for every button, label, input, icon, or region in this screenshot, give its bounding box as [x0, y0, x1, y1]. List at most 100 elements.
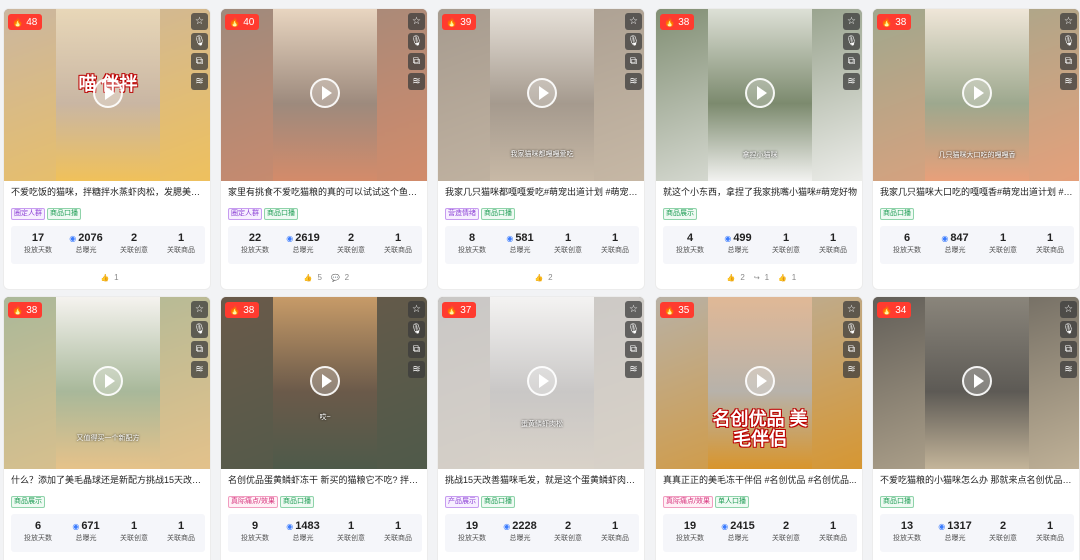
stat-value: ◉ 2228 — [496, 520, 544, 533]
audio-wave-icon[interactable]: ≋ — [843, 73, 860, 90]
video-card[interactable]: 又值得买一个新配方 🔥 38 ☆ 🎙 ⧉ ≋ 什么？添加了美毛晶球还是新配方挑战15天改善..… — [3, 296, 211, 560]
star-icon[interactable]: ☆ — [1060, 13, 1077, 30]
stat-value: ◉ 581 — [496, 232, 544, 245]
tag-list: 圈定人群 商品口播 — [11, 202, 83, 220]
stat-creatives: 1 关联创意 — [979, 232, 1027, 256]
video-thumbnail[interactable]: 拿捏小猫咪 🔥 38 ☆ 🎙 ⧉ ≋ — [656, 9, 862, 181]
star-icon[interactable]: ☆ — [191, 301, 208, 318]
video-card[interactable]: 🔥 34 ☆ 🎙 ⧉ ≋ 不爱吃猫粮的小猫咪怎么办 那就来点名创优品冻... 商品口播 13 投放… — [872, 296, 1080, 560]
play-icon[interactable] — [962, 78, 992, 108]
video-title[interactable]: 不爱吃猫粮的小猫咪怎么办 那就来点名创优品冻... — [880, 474, 1074, 486]
video-title[interactable]: 名创优品蛋黄鳞虾冻干 新买的猫粮它不吃? 拌一... — [228, 474, 422, 486]
mic-icon[interactable]: 🎙 — [625, 33, 642, 50]
video-title[interactable]: 就这个小东西，拿捏了我家挑嘴小猫咪#萌宠好物 — [663, 186, 857, 198]
video-card[interactable]: 我家猫咪都嘎嘎爱吃 🔥 39 ☆ 🎙 ⧉ ≋ 我家几只猫咪都嘎嘎爱吃#萌宠出道计划 #萌宠好.… — [437, 8, 645, 290]
mic-icon[interactable]: 🎙 — [843, 33, 860, 50]
video-card[interactable]: 名创优品 美毛伴侣 🔥 35 ☆ 🎙 ⧉ ≋ 真真正正的美毛冻干伴侣 #名创优品 #名创优品.… — [655, 296, 863, 560]
play-icon[interactable] — [745, 78, 775, 108]
video-thumbnail[interactable]: 几只猫咪大口吃的嘎嘎香 🔥 38 ☆ 🎙 ⧉ ≋ — [873, 9, 1079, 181]
stat-label: 总曝光 — [292, 247, 314, 254]
stat-value: 2 — [110, 232, 158, 245]
video-title[interactable]: 家里有挑食不爱吃猫粮的真的可以试试这个鱼油... — [228, 186, 422, 198]
audio-wave-icon[interactable]: ≋ — [191, 361, 208, 378]
flame-icon: 🔥 — [12, 17, 24, 27]
stat-creatives: 2 关联创意 — [544, 520, 592, 544]
screen-icon[interactable]: ⧉ — [408, 53, 425, 70]
audio-wave-icon[interactable]: ≋ — [408, 361, 425, 378]
play-icon[interactable] — [962, 366, 992, 396]
play-icon[interactable] — [93, 366, 123, 396]
video-thumbnail[interactable]: 🔥 40 ☆ 🎙 ⧉ ≋ — [221, 9, 427, 181]
video-thumbnail[interactable]: 又值得买一个新配方 🔥 38 ☆ 🎙 ⧉ ≋ — [4, 297, 210, 469]
flame-icon: 🔥 — [12, 305, 24, 315]
video-thumbnail[interactable]: 名创优品 美毛伴侣 🔥 35 ☆ 🎙 ⧉ ≋ — [656, 297, 862, 469]
video-thumbnail[interactable]: 哎~ 🔥 38 ☆ 🎙 ⧉ ≋ — [221, 297, 427, 469]
play-icon[interactable] — [745, 366, 775, 396]
stat-products: 1 关联商品 — [157, 232, 205, 256]
eye-icon: ◉ — [286, 234, 294, 243]
video-title[interactable]: 真真正正的美毛冻干伴侣 #名创优品 #名创优品... — [663, 474, 857, 486]
video-thumbnail[interactable]: 喵 伴拌 🔥 48 ☆ 🎙 ⧉ ≋ — [4, 9, 210, 181]
star-icon[interactable]: ☆ — [625, 13, 642, 30]
screen-icon[interactable]: ⧉ — [191, 53, 208, 70]
video-caption: 我家猫咪都嘎嘎爱吃 — [510, 151, 574, 158]
video-card[interactable]: 拿捏小猫咪 🔥 38 ☆ 🎙 ⧉ ≋ 就这个小东西，拿捏了我家挑嘴小猫咪#萌宠好物 商品展示 4 投… — [655, 8, 863, 290]
video-card[interactable]: 几只猫咪大口吃的嘎嘎香 🔥 38 ☆ 🎙 ⧉ ≋ 我家几只猫咪大口吃的嘎嘎香#萌宠出道计划 #… — [872, 8, 1080, 290]
screen-icon[interactable]: ⧉ — [191, 341, 208, 358]
mic-icon[interactable]: 🎙 — [408, 321, 425, 338]
engagement-item: 💬 2 — [328, 273, 349, 282]
star-icon[interactable]: ☆ — [843, 301, 860, 318]
tag: 商品口播 — [279, 496, 314, 508]
screen-icon[interactable]: ⧉ — [843, 341, 860, 358]
side-toolbar: ☆ 🎙 ⧉ ≋ — [191, 301, 208, 381]
audio-wave-icon[interactable]: ≋ — [1060, 361, 1077, 378]
play-icon[interactable] — [93, 78, 123, 108]
video-title[interactable]: 挑战15天改善猫咪毛发，就是这个蛋黄鳞虾肉松... — [445, 474, 639, 486]
play-icon[interactable] — [310, 78, 340, 108]
video-card[interactable]: 喵 伴拌 🔥 48 ☆ 🎙 ⧉ ≋ 不爱吃饭的猫咪，拌糖拌水蒸虾肉松，发腮美毛... 圈定人群商… — [3, 8, 211, 290]
play-icon[interactable] — [310, 366, 340, 396]
side-toolbar: ☆ 🎙 ⧉ ≋ — [625, 301, 642, 381]
star-icon[interactable]: ☆ — [843, 13, 860, 30]
star-icon[interactable]: ☆ — [625, 301, 642, 318]
audio-wave-icon[interactable]: ≋ — [1060, 73, 1077, 90]
screen-icon[interactable]: ⧉ — [843, 53, 860, 70]
mic-icon[interactable]: 🎙 — [1060, 33, 1077, 50]
video-thumbnail[interactable]: 🔥 34 ☆ 🎙 ⧉ ≋ — [873, 297, 1079, 469]
video-title[interactable]: 我家几只猫咪大口吃的嘎嘎香#萌宠出道计划 #萌... — [880, 186, 1074, 198]
audio-wave-icon[interactable]: ≋ — [625, 73, 642, 90]
screen-icon[interactable]: ⧉ — [408, 341, 425, 358]
stat-number: 1317 — [947, 520, 972, 532]
video-title[interactable]: 什么？添加了美毛晶球还是新配方挑战15天改善... — [11, 474, 205, 486]
star-icon[interactable]: ☆ — [1060, 301, 1077, 318]
mic-icon[interactable]: 🎙 — [1060, 321, 1077, 338]
mic-icon[interactable]: 🎙 — [408, 33, 425, 50]
screen-icon[interactable]: ⧉ — [625, 53, 642, 70]
play-icon[interactable] — [527, 78, 557, 108]
star-icon[interactable]: ☆ — [408, 13, 425, 30]
audio-wave-icon[interactable]: ≋ — [408, 73, 425, 90]
stat-number: 2 — [564, 520, 572, 532]
audio-wave-icon[interactable]: ≋ — [843, 361, 860, 378]
mic-icon[interactable]: 🎙 — [191, 33, 208, 50]
screen-icon[interactable]: ⧉ — [1060, 53, 1077, 70]
stat-value: 1 — [544, 232, 592, 245]
screen-icon[interactable]: ⧉ — [625, 341, 642, 358]
video-thumbnail[interactable]: 蛋黄鳞虾肉松 🔥 37 ☆ 🎙 ⧉ ≋ — [438, 297, 644, 469]
screen-icon[interactable]: ⧉ — [1060, 341, 1077, 358]
video-card[interactable]: 哎~ 🔥 38 ☆ 🎙 ⧉ ≋ 名创优品蛋黄鳞虾冻干 新买的猫粮它不吃? 拌一... 真际痛点/… — [220, 296, 428, 560]
play-icon[interactable] — [527, 366, 557, 396]
mic-icon[interactable]: 🎙 — [843, 321, 860, 338]
video-title[interactable]: 我家几只猫咪都嘎嘎爱吃#萌宠出道计划 #萌宠好... — [445, 186, 639, 198]
star-icon[interactable]: ☆ — [191, 13, 208, 30]
video-thumbnail[interactable]: 我家猫咪都嘎嘎爱吃 🔥 39 ☆ 🎙 ⧉ ≋ — [438, 9, 644, 181]
mic-icon[interactable]: 🎙 — [625, 321, 642, 338]
video-card[interactable]: 🔥 40 ☆ 🎙 ⧉ ≋ 家里有挑食不爱吃猫粮的真的可以试试这个鱼油... 圈定人群 商品口播 2… — [220, 8, 428, 290]
audio-wave-icon[interactable]: ≋ — [625, 361, 642, 378]
star-icon[interactable]: ☆ — [408, 301, 425, 318]
engagement-count: 1 — [764, 273, 770, 282]
video-title[interactable]: 不爱吃饭的猫咪，拌糖拌水蒸虾肉松，发腮美毛... — [11, 186, 205, 198]
video-card[interactable]: 蛋黄鳞虾肉松 🔥 37 ☆ 🎙 ⧉ ≋ 挑战15天改善猫咪毛发，就是这个蛋黄鳞虾肉松... 产品… — [437, 296, 645, 560]
mic-icon[interactable]: 🎙 — [191, 321, 208, 338]
audio-wave-icon[interactable]: ≋ — [191, 73, 208, 90]
